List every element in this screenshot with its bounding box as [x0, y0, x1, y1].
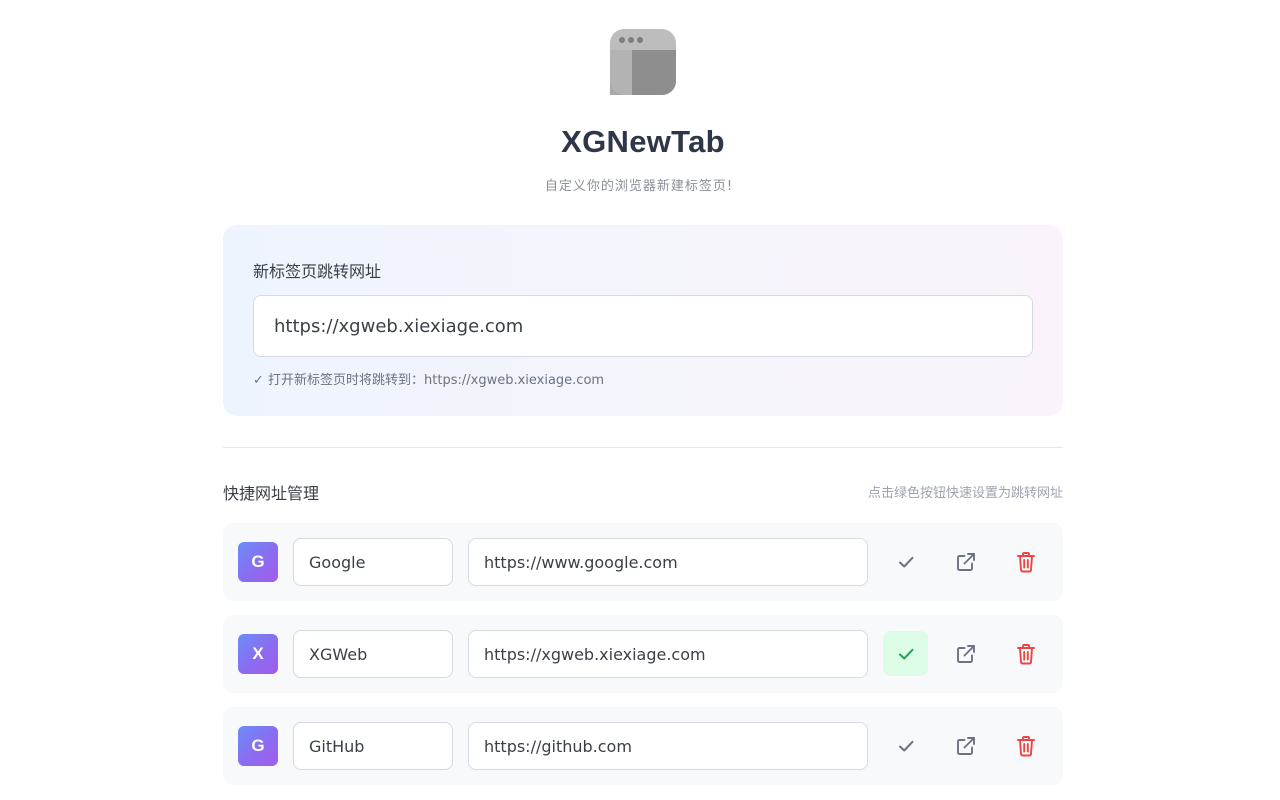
settings-page: XGNewTab 自定义你的浏览器新建标签页! 新标签页跳转网址 ✓ 打开新标签… [0, 0, 1280, 800]
shortcuts-section-title: 快捷网址管理 [223, 484, 320, 503]
set-as-redirect-button[interactable] [883, 723, 928, 768]
delete-shortcut-button[interactable] [1003, 723, 1048, 768]
shortcut-url-input[interactable] [468, 538, 868, 586]
shortcut-row: G [223, 707, 1063, 785]
open-link-button[interactable] [943, 631, 988, 676]
delete-shortcut-button[interactable] [1003, 539, 1048, 584]
shortcut-row: X [223, 615, 1063, 693]
set-as-redirect-button[interactable] [883, 631, 928, 676]
trash-icon [1016, 735, 1035, 756]
shortcut-name-input[interactable] [293, 630, 453, 678]
site-initial-avatar: G [238, 542, 278, 582]
check-icon [898, 740, 913, 751]
check-icon [898, 556, 913, 567]
set-as-redirect-button[interactable] [883, 539, 928, 584]
site-initial: X [252, 644, 264, 663]
site-initial-avatar: X [238, 634, 278, 674]
app-subtitle: 自定义你的浏览器新建标签页! [544, 179, 734, 194]
site-initial: G [251, 736, 265, 755]
trash-icon [1016, 551, 1035, 572]
app-title: XGNewTab [561, 124, 725, 159]
site-initial: G [251, 552, 265, 571]
shortcut-row: G [223, 523, 1063, 601]
redirect-url-label: 新标签页跳转网址 [253, 262, 382, 281]
redirect-status-hint: ✓ 打开新标签页时将跳转到：https://xgweb.xiexiage.com [253, 373, 605, 388]
shortcut-url-input[interactable] [468, 722, 868, 770]
check-icon [898, 648, 913, 659]
redirect-settings-card: 新标签页跳转网址 ✓ 打开新标签页时将跳转到：https://xgweb.xie… [223, 225, 1063, 416]
shortcuts-section-hint: 点击绿色按钮快速设置为跳转网址 [867, 486, 1063, 501]
redirect-url-input[interactable] [253, 295, 1033, 357]
shortcut-name-input[interactable] [293, 722, 453, 770]
trash-icon [1016, 643, 1035, 664]
external-link-icon [956, 644, 975, 663]
external-link-icon [956, 736, 975, 755]
shortcut-url-input[interactable] [468, 630, 868, 678]
external-link-icon [956, 552, 975, 571]
delete-shortcut-button[interactable] [1003, 631, 1048, 676]
open-link-button[interactable] [943, 723, 988, 768]
shortcut-name-input[interactable] [293, 538, 453, 586]
open-link-button[interactable] [943, 539, 988, 584]
site-initial-avatar: G [238, 726, 278, 766]
browser-window-icon [609, 28, 677, 96]
section-divider [223, 447, 1063, 448]
